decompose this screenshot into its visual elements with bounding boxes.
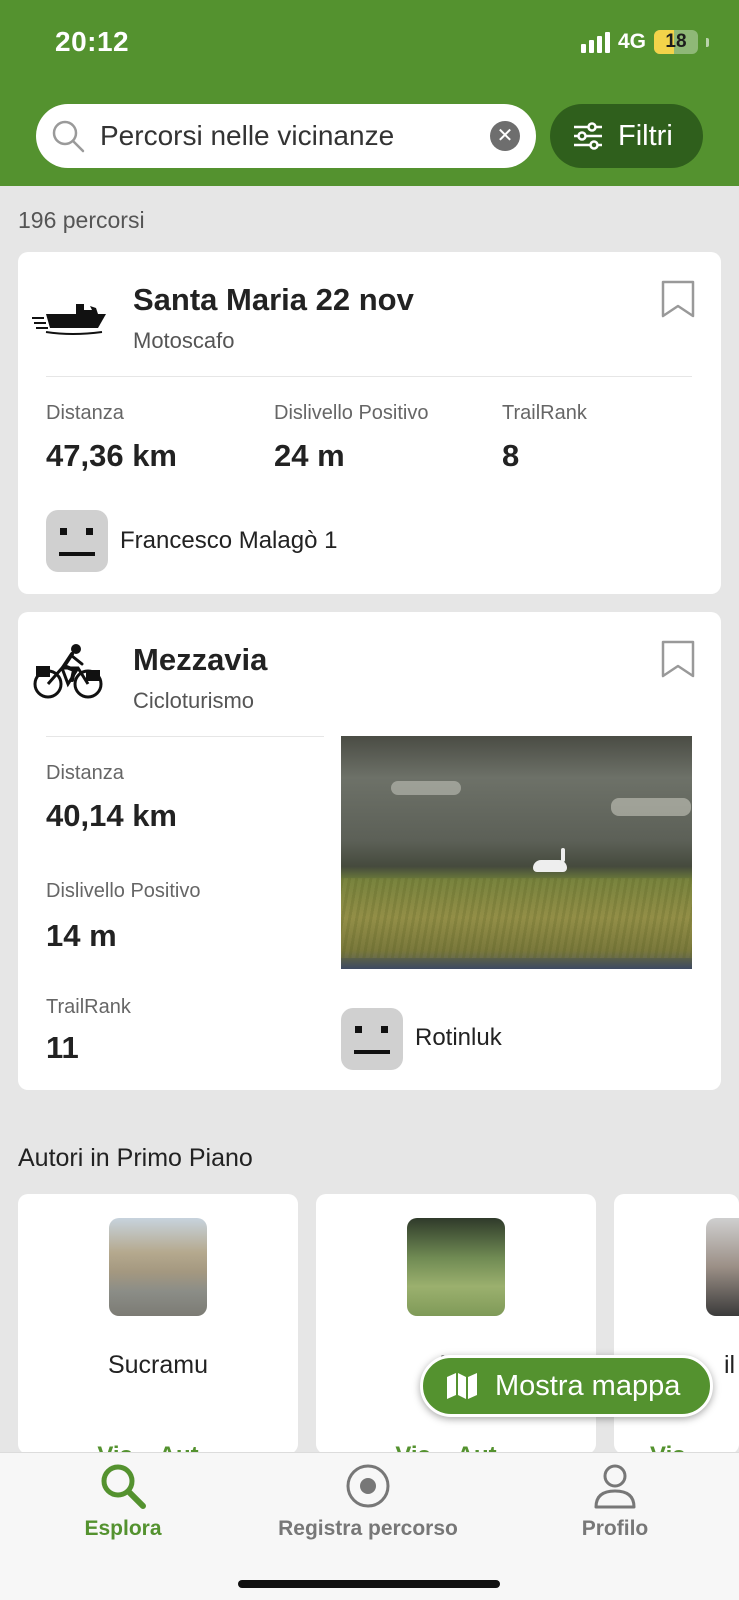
- sliders-icon: [574, 122, 602, 150]
- trail-card[interactable]: Mezzavia Cicloturismo Distanza 40,14 km …: [18, 612, 721, 1090]
- trail-title[interactable]: Mezzavia: [133, 642, 267, 678]
- trail-activity: Cicloturismo: [133, 688, 255, 713]
- tab-explore-label: Esplora: [84, 1517, 162, 1540]
- featured-author-name: Sucramu: [107, 1351, 209, 1379]
- tab-record-label: Registra percorso: [278, 1517, 458, 1540]
- status-indicators: 4G 18: [580, 30, 709, 54]
- record-icon: [346, 1464, 390, 1508]
- status-time: 20:12: [55, 26, 130, 57]
- filters-label: Filtri: [618, 119, 673, 152]
- distance-label: Distanza: [46, 762, 124, 784]
- motorboat-icon: [32, 304, 106, 335]
- elevation-gain-label: Dislivello Positivo: [46, 880, 201, 902]
- header-bar: 20:12 4G 18 Percorsi nelle vicinanze ✕ F…: [0, 0, 739, 186]
- battery-level: 18: [665, 31, 687, 52]
- card-divider: [46, 736, 324, 737]
- author-photo: [706, 1218, 739, 1316]
- author-photo: [109, 1218, 207, 1316]
- map-icon: [447, 1373, 477, 1399]
- profile-icon: [594, 1464, 636, 1509]
- elevation-gain-value: 14 m: [46, 918, 117, 953]
- trail-title[interactable]: Santa Maria 22 nov: [133, 282, 414, 318]
- featured-author-name: il: [724, 1351, 736, 1379]
- battery-icon: 18: [654, 30, 698, 54]
- trail-activity: Motoscafo: [133, 328, 235, 353]
- distance-value: 47,36 km: [46, 438, 177, 473]
- search-icon: [52, 120, 85, 153]
- author-photo: [407, 1218, 505, 1316]
- author-name[interactable]: Rotinluk: [415, 1024, 502, 1052]
- touring-bicycle-icon: [33, 644, 103, 699]
- tab-profile-label: Profilo: [581, 1517, 649, 1540]
- avatar[interactable]: [341, 1008, 403, 1070]
- search-icon: [101, 1464, 146, 1509]
- card-divider: [46, 376, 692, 377]
- tab-bar: Esplora Registra percorso Profilo: [0, 1452, 739, 1600]
- home-indicator: [238, 1580, 500, 1588]
- tab-profile[interactable]: Profilo: [560, 1461, 670, 1541]
- battery-nub: [706, 37, 709, 47]
- trailrank-value: 11: [46, 1030, 79, 1065]
- elevation-gain-label: Dislivello Positivo: [274, 402, 429, 424]
- trailrank-value: 8: [502, 438, 520, 473]
- search-input[interactable]: Percorsi nelle vicinanze: [100, 120, 394, 152]
- author-name[interactable]: Francesco Malagò 1: [120, 527, 337, 555]
- show-map-label: Mostra mappa: [495, 1369, 681, 1402]
- bookmark-icon[interactable]: [661, 640, 695, 678]
- tab-explore[interactable]: Esplora: [68, 1461, 178, 1541]
- results-count: 196 percorsi: [18, 207, 145, 233]
- filters-button[interactable]: Filtri: [550, 104, 703, 168]
- show-map-button[interactable]: Mostra mappa: [420, 1355, 713, 1417]
- signal-icon: [580, 31, 610, 53]
- trailrank-label: TrailRank: [46, 996, 131, 1018]
- distance-value: 40,14 km: [46, 798, 177, 833]
- clear-search-button[interactable]: ✕: [490, 121, 520, 151]
- avatar[interactable]: [46, 510, 108, 572]
- trail-photo[interactable]: [341, 736, 692, 969]
- trailrank-label: TrailRank: [502, 402, 587, 424]
- featured-author-card[interactable]: Sucramu Vis... Aut...: [18, 1194, 298, 1454]
- elevation-gain-value: 24 m: [274, 438, 345, 473]
- bookmark-icon[interactable]: [661, 280, 695, 318]
- search-bar[interactable]: Percorsi nelle vicinanze ✕: [36, 104, 536, 168]
- trail-card[interactable]: Santa Maria 22 nov Motoscafo Distanza 47…: [18, 252, 721, 594]
- network-type: 4G: [617, 30, 646, 53]
- tab-record[interactable]: Registra percorso: [268, 1461, 468, 1541]
- featured-authors-title: Autori in Primo Piano: [18, 1144, 253, 1172]
- distance-label: Distanza: [46, 402, 124, 424]
